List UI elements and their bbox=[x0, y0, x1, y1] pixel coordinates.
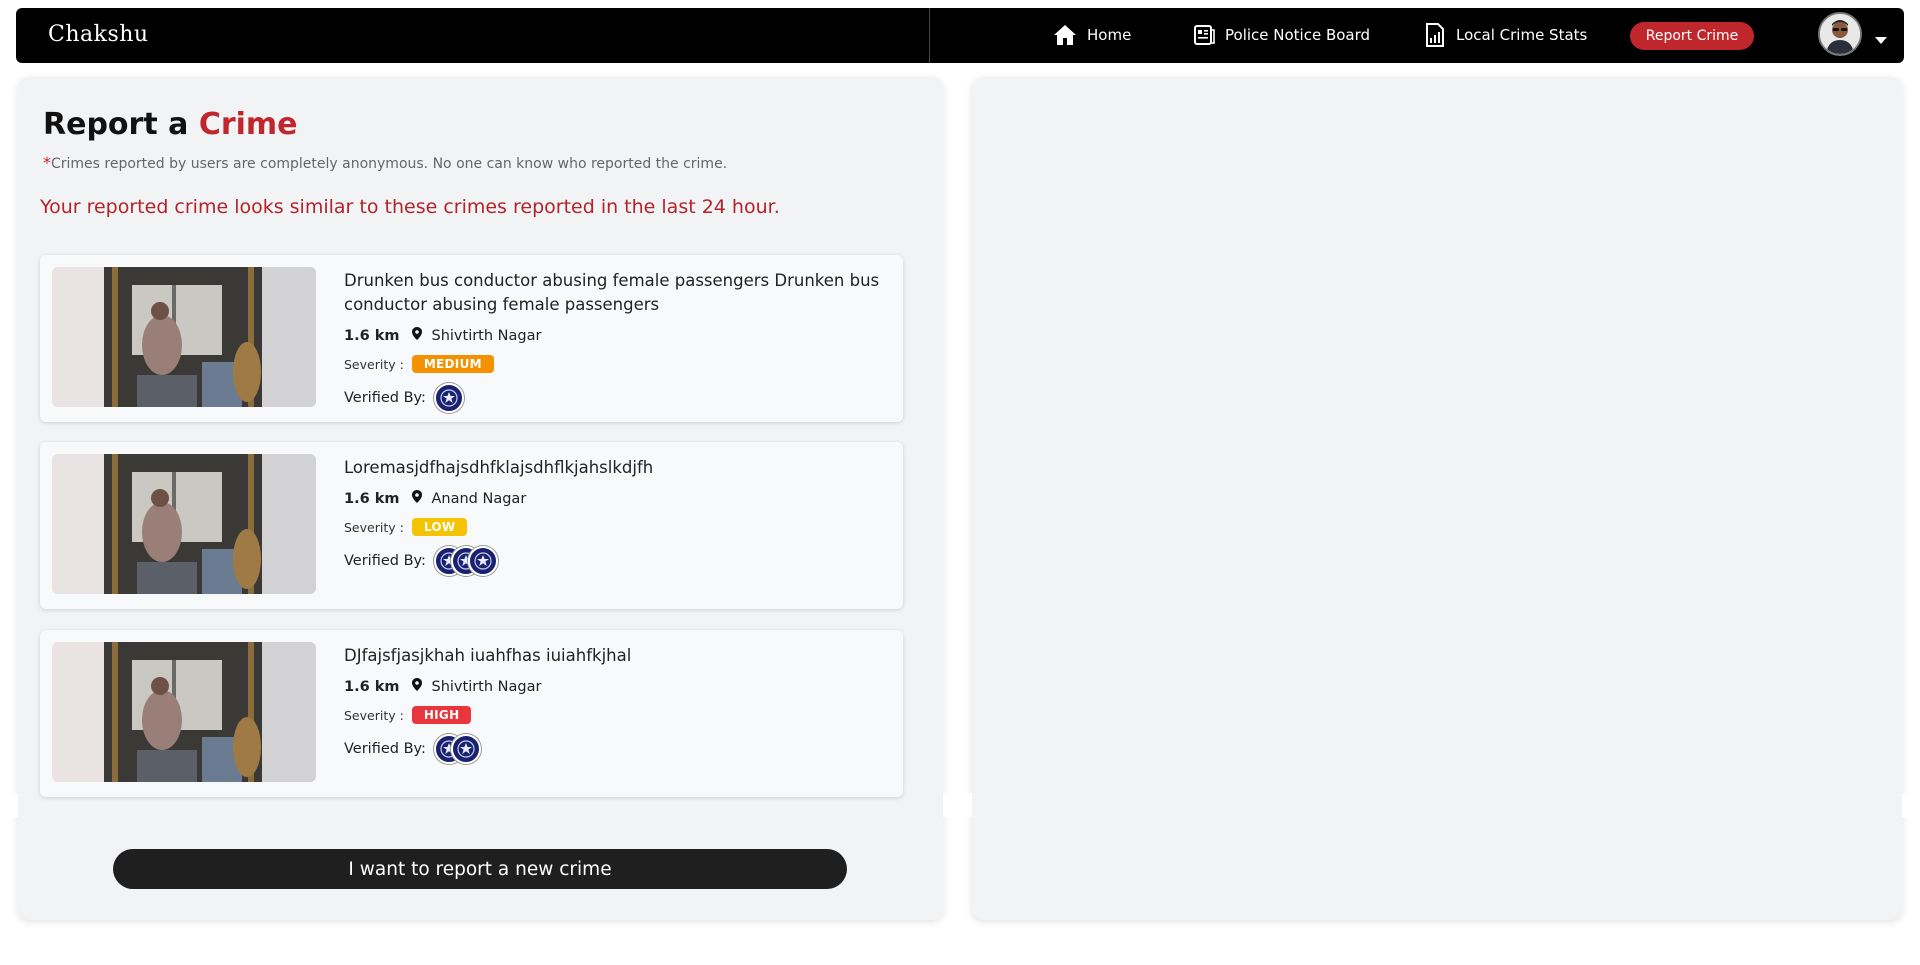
severity-badge: LOW bbox=[411, 518, 468, 536]
verified-label: Verified By: bbox=[344, 741, 426, 757]
page-band bbox=[1902, 793, 1920, 817]
report-new-crime-button[interactable]: I want to report a new crime bbox=[113, 849, 847, 889]
verifier-badges bbox=[433, 383, 464, 413]
anonymity-note-text: Crimes reported by users are completely … bbox=[51, 156, 728, 172]
police-badge-icon bbox=[433, 383, 464, 413]
crime-location: Anand Nagar bbox=[431, 490, 527, 507]
crime-location: Shivtirth Nagar bbox=[431, 678, 542, 695]
severity-label: Severity : bbox=[344, 356, 404, 372]
nav-item-label: Home bbox=[1087, 26, 1132, 44]
anonymity-note: *Crimes reported by users are completely… bbox=[43, 153, 727, 172]
map-panel bbox=[972, 77, 1902, 920]
crime-thumbnail[interactable] bbox=[52, 454, 316, 594]
crime-card[interactable]: DJfajsfjasjkhah iuahfhas iuiahfkjhal 1.6… bbox=[40, 630, 903, 797]
crime-location-row: 1.6 km Shivtirth Nagar bbox=[344, 327, 541, 344]
severity-label: Severity : bbox=[344, 707, 404, 723]
location-pin-icon bbox=[411, 327, 422, 344]
notice-board-icon bbox=[1193, 24, 1215, 46]
crime-verified-row: Verified By: bbox=[344, 734, 481, 764]
top-navbar: Chakshu Home Police Notice Board Local C… bbox=[16, 8, 1904, 63]
page-title-prefix: Report a bbox=[43, 107, 189, 142]
report-crime-button[interactable]: Report Crime bbox=[1630, 22, 1754, 50]
severity-badge: HIGH bbox=[411, 706, 472, 724]
severity-label: Severity : bbox=[344, 519, 404, 535]
crime-thumbnail[interactable] bbox=[52, 267, 316, 407]
navbar-divider bbox=[929, 8, 930, 63]
police-badge-icon bbox=[450, 734, 481, 764]
police-badge-icon bbox=[467, 546, 498, 576]
nav-item-police-notice-board[interactable]: Police Notice Board bbox=[1193, 22, 1370, 48]
crime-title[interactable]: DJfajsfjasjkhah iuahfhas iuiahfkjhal bbox=[344, 644, 884, 668]
severity-badge: MEDIUM bbox=[411, 355, 494, 373]
page-band bbox=[943, 793, 972, 817]
page-band bbox=[0, 793, 18, 817]
page-title-accent: Crime bbox=[198, 107, 298, 142]
nav-item-home[interactable]: Home bbox=[1053, 22, 1131, 48]
similar-crimes-heading: Your reported crime looks similar to the… bbox=[40, 196, 780, 218]
home-icon bbox=[1053, 24, 1077, 46]
nav-item-label: Local Crime Stats bbox=[1456, 26, 1588, 44]
location-pin-icon bbox=[411, 678, 422, 695]
location-pin-icon bbox=[411, 490, 422, 507]
crime-title[interactable]: Loremasjdfhajsdhfklajsdhflkjahslkdjfh bbox=[344, 456, 884, 480]
crime-title[interactable]: Drunken bus conductor abusing female pas… bbox=[344, 269, 884, 317]
crime-severity-row: Severity : LOW bbox=[344, 518, 468, 536]
verifier-badges bbox=[433, 734, 481, 764]
stats-icon bbox=[1424, 23, 1446, 47]
crime-thumbnail[interactable] bbox=[52, 642, 316, 782]
crime-distance: 1.6 km bbox=[344, 490, 400, 507]
crime-location-row: 1.6 km Shivtirth Nagar bbox=[344, 678, 541, 695]
crime-location: Shivtirth Nagar bbox=[431, 327, 542, 344]
nav-item-label: Police Notice Board bbox=[1225, 26, 1371, 44]
brand-logo[interactable]: Chakshu bbox=[48, 22, 149, 47]
crime-card[interactable]: Loremasjdfhajsdhfklajsdhflkjahslkdjfh 1.… bbox=[40, 442, 903, 609]
crime-verified-row: Verified By: bbox=[344, 383, 464, 413]
user-avatar[interactable] bbox=[1818, 12, 1862, 56]
verified-label: Verified By: bbox=[344, 390, 426, 406]
report-crime-panel: Report a Crime *Crimes reported by users… bbox=[18, 77, 943, 920]
crime-distance: 1.6 km bbox=[344, 327, 400, 344]
crime-location-row: 1.6 km Anand Nagar bbox=[344, 490, 526, 507]
crime-distance: 1.6 km bbox=[344, 678, 400, 695]
verifier-badges bbox=[433, 546, 498, 576]
verified-label: Verified By: bbox=[344, 553, 426, 569]
required-mark: * bbox=[43, 153, 51, 172]
nav-item-local-crime-stats[interactable]: Local Crime Stats bbox=[1424, 22, 1587, 48]
crime-severity-row: Severity : MEDIUM bbox=[344, 355, 494, 373]
crime-card[interactable]: Drunken bus conductor abusing female pas… bbox=[40, 255, 903, 422]
crime-verified-row: Verified By: bbox=[344, 546, 498, 576]
caret-down-icon[interactable] bbox=[1874, 30, 1888, 49]
page-title: Report a Crime bbox=[43, 107, 298, 142]
crime-severity-row: Severity : HIGH bbox=[344, 706, 472, 724]
